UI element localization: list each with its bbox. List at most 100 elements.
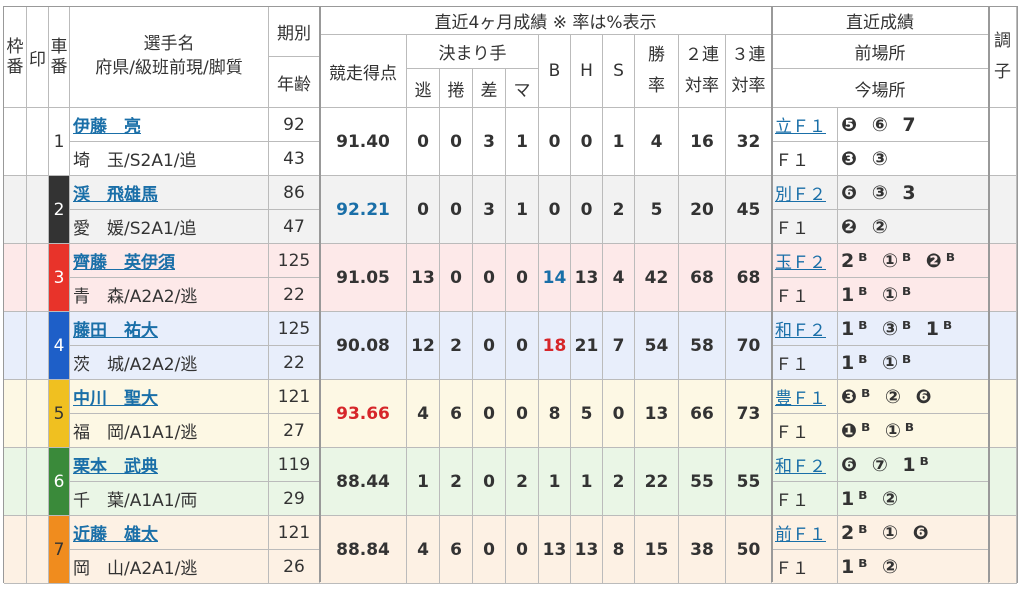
header-sashi: 差 [473, 69, 506, 108]
stat-b: 1 [539, 448, 571, 516]
header-shirushi: 印 [27, 7, 49, 108]
prev-venue[interactable]: 玉Ｆ２ [772, 244, 838, 278]
stat-b: 13 [539, 516, 571, 584]
header-nenrei: 年齢 [269, 57, 320, 108]
stat-h: 5 [571, 380, 603, 448]
stat-s: 2 [603, 176, 635, 244]
stat-b: 14 [539, 244, 571, 312]
kimarite-sashi: 0 [473, 448, 506, 516]
top2-rate: 58 [679, 312, 726, 380]
win-rate: 22 [635, 448, 679, 516]
stat-s: 2 [603, 448, 635, 516]
kimarite-ma: 2 [506, 448, 539, 516]
race-score: 91.40 [320, 108, 407, 176]
prev-venue-link[interactable]: 別Ｆ２ [775, 180, 826, 205]
stat-s: 8 [603, 516, 635, 584]
prev-venue-link[interactable]: 玉Ｆ２ [775, 248, 826, 273]
header-kimarite: 決まり手 [407, 35, 539, 69]
win-rate: 15 [635, 516, 679, 584]
top3-rate: 32 [726, 108, 772, 176]
racer-name-link[interactable]: 中川 聖大 [73, 384, 158, 409]
top2-rate: 55 [679, 448, 726, 516]
race-score: 92.21 [320, 176, 407, 244]
header-shoritsu: 勝率 [635, 35, 679, 108]
column-separator [319, 7, 321, 582]
shirushi-cell[interactable] [27, 244, 49, 312]
racer-name[interactable]: 藤田 祐大 [70, 312, 269, 346]
header-ma: マ [506, 69, 539, 108]
prev-venue[interactable]: 立Ｆ１ [772, 108, 838, 142]
prev-venue-link[interactable]: 豊Ｆ１ [775, 384, 826, 409]
racer-name-link[interactable]: 藤田 祐大 [73, 316, 158, 341]
racer-name[interactable]: 栗本 武典 [70, 448, 269, 482]
prev-venue[interactable]: 別Ｆ２ [772, 176, 838, 210]
cur-results: 1ᴮ ② [838, 482, 989, 516]
prev-venue[interactable]: 和Ｆ２ [772, 448, 838, 482]
entry-table: 枠番印車番選手名 府県/級班前現/脚質 期別 年齢 直近4ヶ月成績 ※ 率は%表示 競走得… [3, 6, 1018, 584]
age: 47 [269, 210, 320, 244]
racer-name-link[interactable]: 渓 飛雄馬 [73, 180, 158, 205]
shirushi-cell[interactable] [27, 448, 49, 516]
age: 43 [269, 142, 320, 176]
prev-results: ❸ᴮ ② ❻ [838, 380, 989, 414]
kibetsu: 125 [269, 312, 320, 346]
stat-h: 1 [571, 448, 603, 516]
cur-results: ❸ ③ [838, 142, 989, 176]
car-number: 5 [49, 380, 70, 448]
header-sha: 車番 [49, 7, 70, 108]
car-number: 2 [49, 176, 70, 244]
choshi-cell [989, 244, 1017, 312]
racer-info: 青 森/A2A2/逃 [70, 278, 269, 312]
kibetsu: 121 [269, 380, 320, 414]
header-zenba: 前場所 [772, 35, 989, 69]
header-s: S [603, 35, 635, 108]
header-recent4: 直近4ヶ月成績 ※ 率は%表示 [320, 7, 772, 35]
prev-venue[interactable]: 和Ｆ２ [772, 312, 838, 346]
age: 22 [269, 278, 320, 312]
prev-venue-link[interactable]: 立Ｆ１ [775, 112, 826, 137]
choshi-cell [989, 108, 1017, 176]
win-rate: 5 [635, 176, 679, 244]
racer-name[interactable]: 中川 聖大 [70, 380, 269, 414]
racer-name-link[interactable]: 栗本 武典 [73, 452, 158, 477]
racer-name[interactable]: 渓 飛雄馬 [70, 176, 269, 210]
racer-info: 埼 玉/S2A1/追 [70, 142, 269, 176]
column-separator [771, 7, 773, 582]
racer-name-link[interactable]: 伊藤 亮 [73, 112, 141, 137]
kimarite-nige: 1 [407, 448, 440, 516]
prev-results: ❻ ③ 3 [838, 176, 989, 210]
age: 26 [269, 550, 320, 584]
kibetsu: 125 [269, 244, 320, 278]
prev-venue[interactable]: 豊Ｆ１ [772, 380, 838, 414]
top3-rate: 73 [726, 380, 772, 448]
shirushi-cell[interactable] [27, 380, 49, 448]
car-number: 7 [49, 516, 70, 584]
prev-venue[interactable]: 前Ｆ１ [772, 516, 838, 550]
kimarite-makuri: 6 [440, 516, 473, 584]
shirushi-cell[interactable] [27, 312, 49, 380]
race-score: 91.05 [320, 244, 407, 312]
racer-info: 福 岡/A1A1/逃 [70, 414, 269, 448]
prev-venue-link[interactable]: 前Ｆ１ [775, 520, 826, 545]
waku-cell [4, 516, 27, 584]
header-nirenritsu: ２連 対率 [679, 35, 726, 108]
prev-venue-link[interactable]: 和Ｆ２ [775, 452, 826, 477]
shirushi-cell[interactable] [27, 108, 49, 176]
shirushi-cell[interactable] [27, 516, 49, 584]
top2-rate: 38 [679, 516, 726, 584]
cur-venue: Ｆ１ [772, 346, 838, 380]
top2-rate: 20 [679, 176, 726, 244]
racer-name[interactable]: 伊藤 亮 [70, 108, 269, 142]
prev-venue-link[interactable]: 和Ｆ２ [775, 316, 826, 341]
stat-b: 0 [539, 108, 571, 176]
kimarite-makuri: 0 [440, 108, 473, 176]
shirushi-cell[interactable] [27, 176, 49, 244]
kimarite-nige: 4 [407, 516, 440, 584]
stat-s: 0 [603, 380, 635, 448]
racer-name-link[interactable]: 近藤 雄太 [73, 520, 158, 545]
racer-name[interactable]: 近藤 雄太 [70, 516, 269, 550]
racer-name-link[interactable]: 齊藤 英伊須 [73, 248, 175, 273]
kimarite-ma: 1 [506, 176, 539, 244]
race-score: 90.08 [320, 312, 407, 380]
racer-name[interactable]: 齊藤 英伊須 [70, 244, 269, 278]
